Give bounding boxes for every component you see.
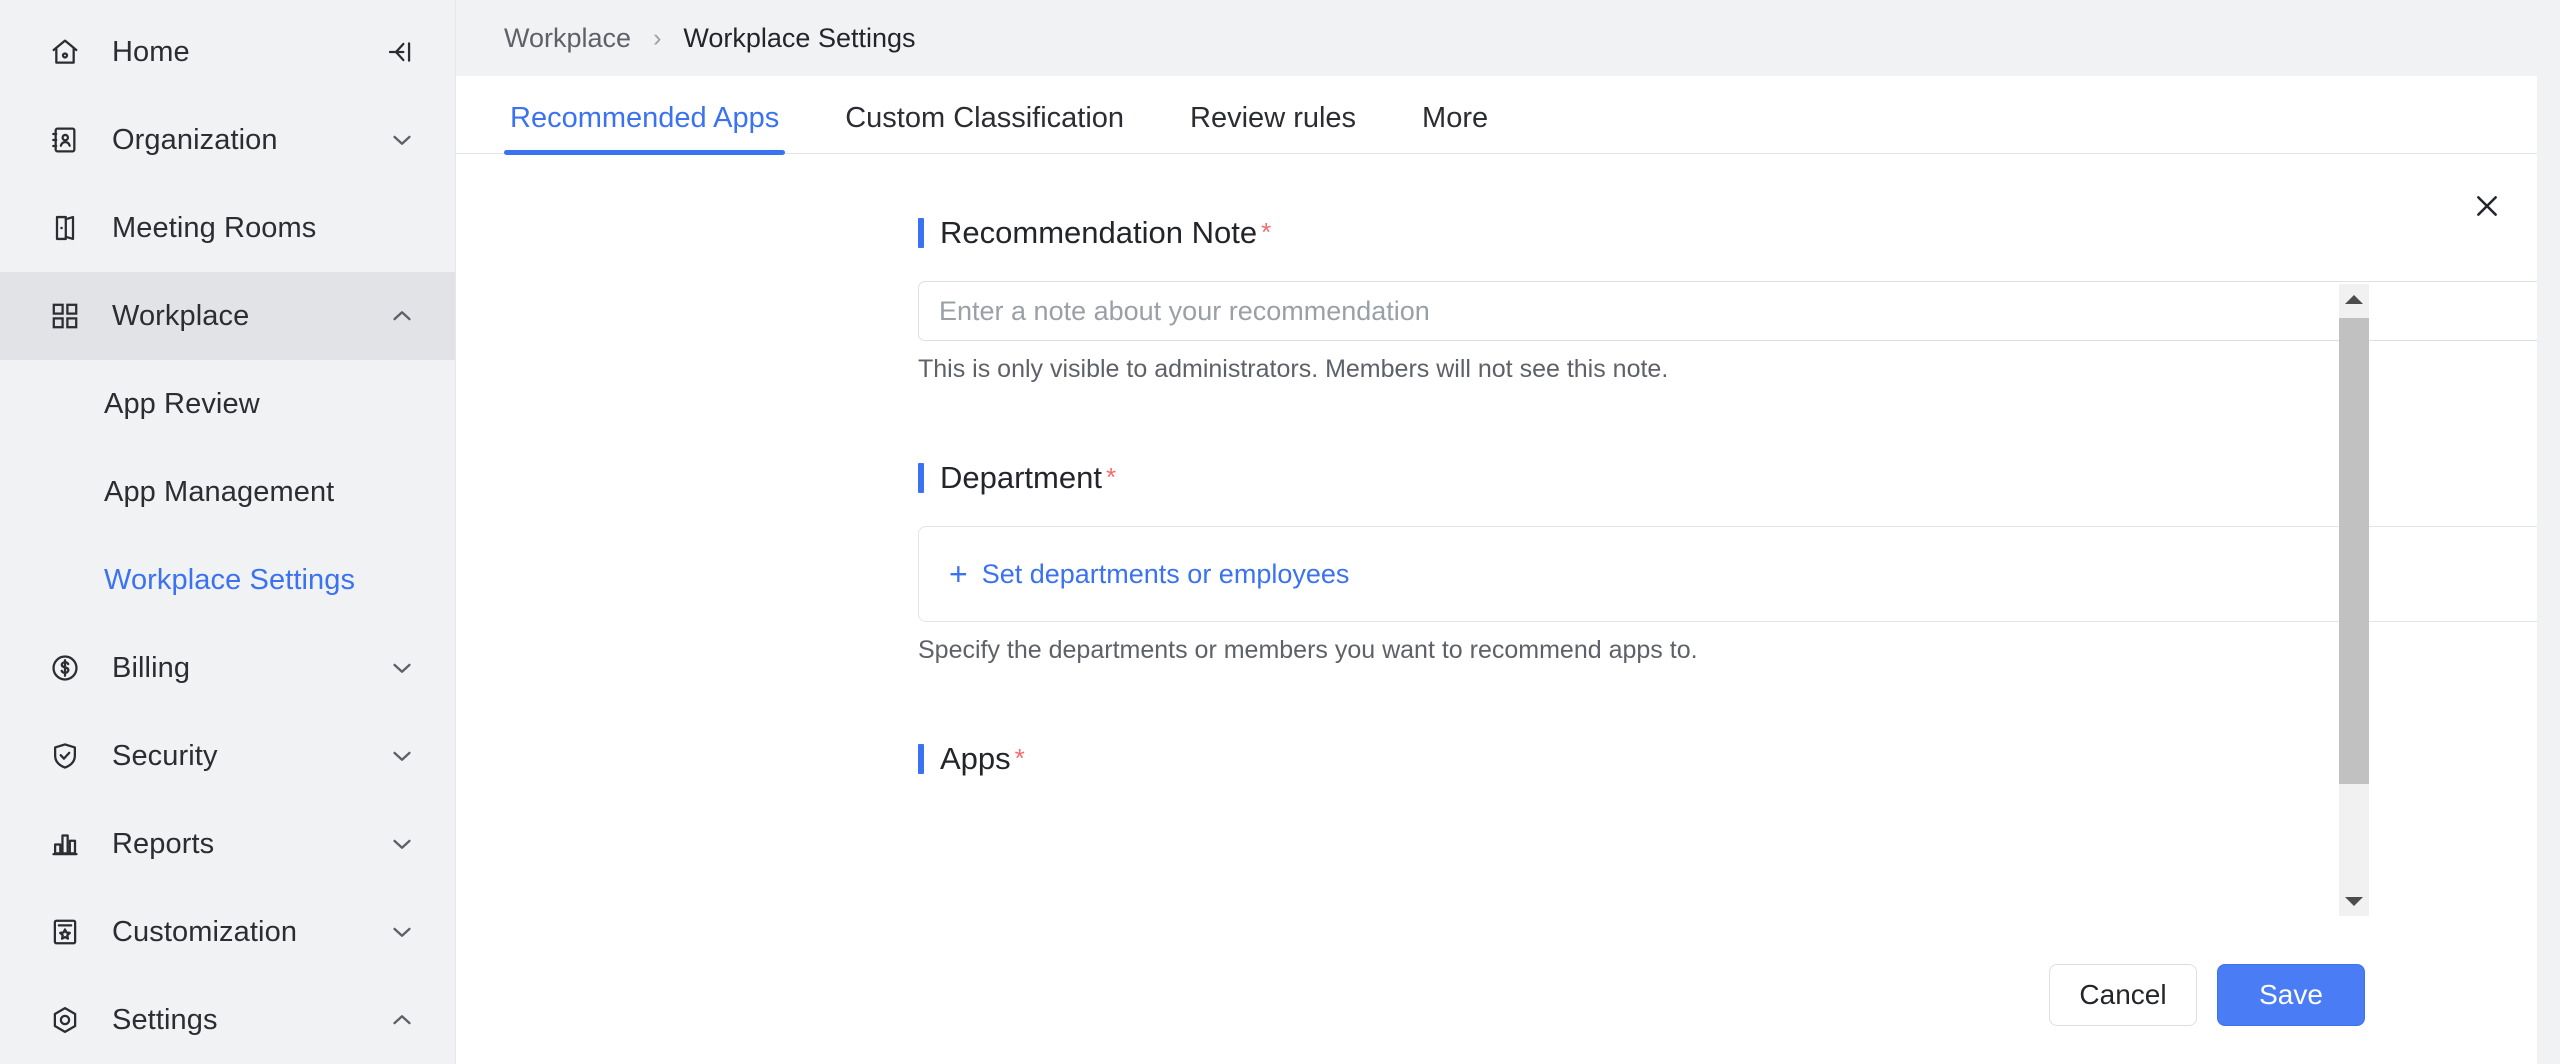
sidebar-item-security[interactable]: Security — [0, 712, 455, 800]
main-content: Workplace › Workplace Settings Recommend… — [456, 0, 2560, 1064]
security-shield-icon — [46, 737, 84, 775]
home-icon — [46, 33, 84, 71]
tab-more[interactable]: More — [1416, 102, 1494, 153]
chevron-down-icon[interactable] — [387, 653, 417, 683]
field-label-text: Apps — [940, 741, 1011, 776]
sidebar-item-label: Customization — [112, 915, 298, 948]
field-apps: Apps * — [456, 741, 2536, 777]
sidebar-item-label: Security — [112, 739, 218, 772]
sidebar-item-reports[interactable]: Reports — [0, 800, 455, 888]
sidebar-item-label: Home — [112, 35, 190, 68]
department-helper: Specify the departments or members you w… — [918, 636, 1698, 664]
recommendation-note-helper: This is only visible to administrators. … — [918, 355, 1669, 383]
form-vertical-scrollbar[interactable] — [2339, 284, 2369, 916]
tab-bar: Recommended Apps Custom Classification R… — [456, 76, 2537, 155]
form-scroll-area: Recommendation Note * This is only visib… — [456, 155, 2537, 926]
field-label-text: Recommendation Note — [940, 215, 1258, 250]
sidebar-item-meeting-rooms[interactable]: Meeting Rooms — [0, 184, 455, 272]
sidebar-item-label: Billing — [112, 651, 191, 684]
plus-icon: + — [949, 556, 968, 592]
scroll-down-arrow-icon[interactable] — [2339, 886, 2369, 916]
settings-gear-icon — [46, 1001, 84, 1039]
required-asterisk: * — [1014, 743, 1025, 773]
form-footer: Cancel Save — [456, 926, 2537, 1064]
meeting-rooms-icon — [46, 209, 84, 247]
collapse-panel-icon[interactable] — [383, 35, 417, 69]
sidebar-item-label: Settings — [112, 1003, 218, 1036]
sidebar-item-home[interactable]: Home — [0, 8, 455, 96]
field-label: Apps * — [918, 741, 2346, 777]
close-icon[interactable] — [2465, 184, 2509, 228]
sidebar-item-label: Reports — [112, 827, 215, 860]
settings-panel: Recommended Apps Custom Classification R… — [456, 76, 2537, 1064]
sidebar-item-customization[interactable]: Customization — [0, 888, 455, 976]
required-asterisk: * — [1105, 462, 1117, 492]
sidebar-item-label: App Review — [104, 387, 260, 420]
sidebar-item-label: Workplace — [112, 299, 250, 332]
organization-icon — [46, 121, 84, 159]
breadcrumb-current: Workplace Settings — [683, 22, 916, 53]
field-recommendation-note: Recommendation Note * This is only visib… — [456, 215, 2537, 384]
sidebar-item-label: Workplace Settings — [104, 563, 356, 596]
sidebar-item-billing[interactable]: Billing — [0, 624, 455, 712]
breadcrumb-parent[interactable]: Workplace — [504, 23, 631, 54]
sidebar-item-label: Meeting Rooms — [112, 211, 317, 244]
sidebar: Home Organization Meeting Rooms Workplac… — [0, 0, 456, 1064]
field-department: Department * + Set departments or employ… — [456, 460, 2537, 665]
sidebar-item-organization[interactable]: Organization — [0, 96, 455, 184]
set-departments-label: Set departments or employees — [981, 558, 1350, 589]
field-label-text: Department — [940, 460, 1102, 495]
workplace-grid-icon — [46, 297, 84, 335]
breadcrumb-separator-icon: › — [653, 23, 662, 52]
tab-review-rules[interactable]: Review rules — [1184, 102, 1362, 153]
app-root: Home Organization Meeting Rooms Workplac… — [0, 0, 2560, 1064]
breadcrumb: Workplace › Workplace Settings — [456, 0, 2560, 76]
chevron-down-icon[interactable] — [387, 917, 417, 947]
set-departments-link[interactable]: + Set departments or employees — [949, 558, 1349, 590]
required-asterisk: * — [1261, 217, 1272, 247]
sidebar-item-workplace-settings[interactable]: Workplace Settings — [0, 536, 455, 624]
sidebar-item-label: App Management — [104, 475, 335, 508]
save-button[interactable]: Save — [2217, 964, 2365, 1026]
chevron-up-icon[interactable] — [387, 1005, 417, 1035]
department-picker[interactable]: + Set departments or employees — [918, 526, 2537, 622]
scrollbar-thumb[interactable] — [2339, 318, 2369, 784]
customization-badge-icon — [46, 913, 84, 951]
reports-bar-chart-icon — [46, 825, 84, 863]
tab-custom-classification[interactable]: Custom Classification — [839, 102, 1130, 153]
sidebar-item-settings[interactable]: Settings — [0, 976, 455, 1064]
chevron-down-icon[interactable] — [387, 125, 417, 155]
cancel-button[interactable]: Cancel — [2049, 964, 2197, 1026]
chevron-down-icon[interactable] — [387, 829, 417, 859]
sidebar-item-app-management[interactable]: App Management — [0, 448, 455, 536]
scroll-up-arrow-icon[interactable] — [2339, 284, 2369, 314]
field-label: Department * — [918, 460, 2346, 496]
sidebar-item-label: Organization — [112, 123, 278, 156]
sidebar-item-app-review[interactable]: App Review — [0, 360, 455, 448]
recommended-apps-form: Recommendation Note * This is only visib… — [456, 155, 2537, 777]
tab-recommended-apps[interactable]: Recommended Apps — [504, 102, 786, 155]
sidebar-item-workplace[interactable]: Workplace — [0, 272, 455, 360]
billing-dollar-icon — [46, 649, 84, 687]
field-label: Recommendation Note * — [918, 215, 2346, 251]
chevron-down-icon[interactable] — [387, 741, 417, 771]
recommendation-note-input[interactable] — [918, 281, 2537, 341]
chevron-up-icon[interactable] — [387, 301, 417, 331]
